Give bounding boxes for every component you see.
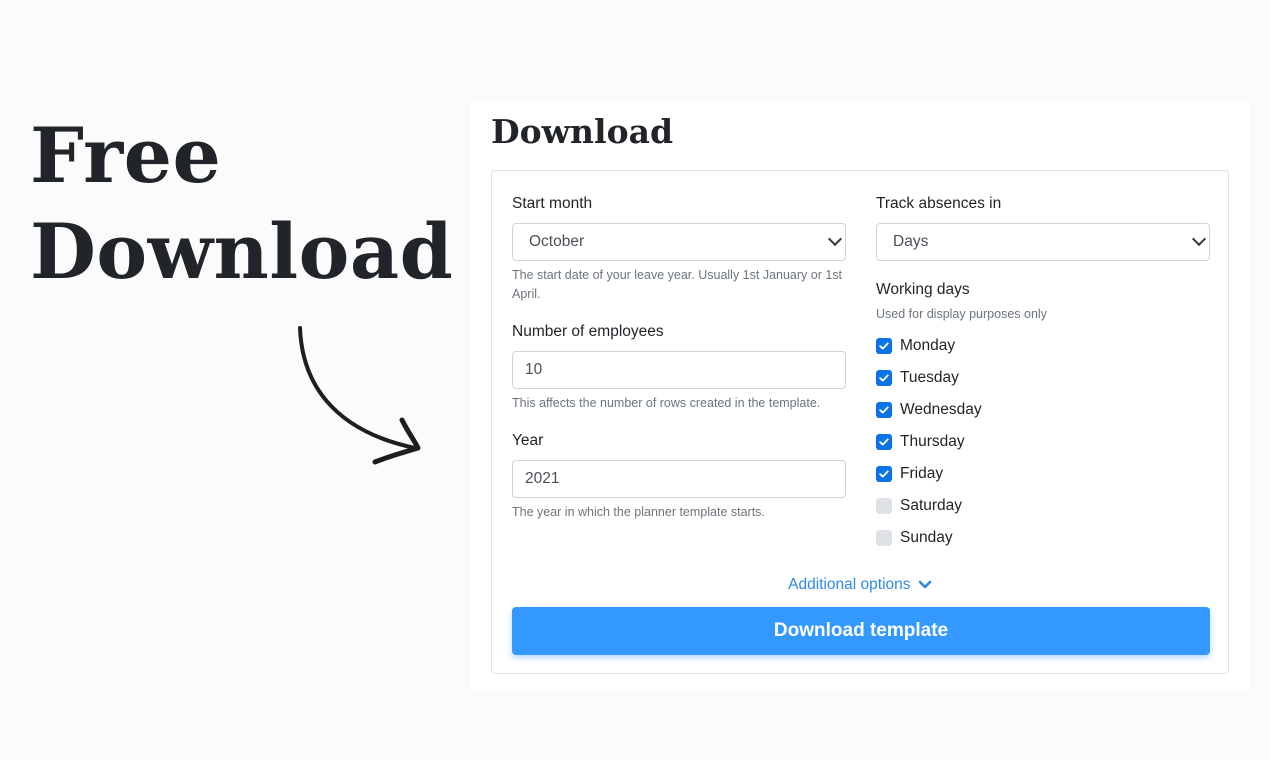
hero-title: Free Download [30,108,453,300]
chevron-down-icon [918,580,932,589]
hand-drawn-arrow-icon [298,326,421,465]
chevron-down-icon [1191,231,1207,247]
employees-input[interactable]: 10 [512,351,846,389]
year-input[interactable]: 2021 [512,460,846,498]
working-day-wednesday[interactable]: Wednesday [876,400,982,420]
chevron-down-icon [827,231,843,247]
check-icon [879,406,889,414]
year-help: The year in which the planner template s… [512,505,765,519]
working-day-label: Friday [900,465,944,482]
track-absences-value: Days [893,233,929,250]
working-day-checkbox[interactable] [876,498,892,514]
start-month-help: The start date of your leave year. Usual… [512,268,843,301]
working-day-sunday[interactable]: Sunday [876,528,953,548]
track-absences-select[interactable]: Days [876,223,1210,261]
track-absences-label: Track absences in [876,195,1002,212]
employees-value: 10 [525,361,543,378]
check-icon [879,470,889,478]
additional-options-link[interactable]: Additional options [492,575,1228,595]
working-day-checkbox[interactable] [876,338,892,354]
download-panel: Download Start month October The start d… [470,102,1250,690]
working-day-checkbox[interactable] [876,434,892,450]
working-day-label: Saturday [900,497,963,514]
additional-options-label: Additional options [788,576,911,593]
hero-title-line-1: Free [30,111,222,200]
working-day-label: Wednesday [900,401,982,418]
download-form-card: Start month October The start date of yo… [491,170,1229,674]
working-day-label: Thursday [900,433,965,450]
working-day-saturday[interactable]: Saturday [876,496,962,516]
working-day-label: Tuesday [900,369,959,386]
hero-title-line-2: Download [30,207,454,296]
start-month-label: Start month [512,195,593,212]
working-day-checkbox[interactable] [876,402,892,418]
working-day-checkbox[interactable] [876,370,892,386]
working-days-label: Working days [876,281,970,298]
working-day-thursday[interactable]: Thursday [876,432,965,452]
working-days-help: Used for display purposes only [876,307,1047,321]
working-day-friday[interactable]: Friday [876,464,943,484]
employees-help: This affects the number of rows created … [512,396,821,410]
check-icon [879,342,889,350]
employees-label: Number of employees [512,323,664,340]
year-label: Year [512,432,544,449]
start-month-select[interactable]: October [512,223,846,261]
working-day-tuesday[interactable]: Tuesday [876,368,959,388]
working-day-label: Monday [900,337,956,354]
year-value: 2021 [525,470,560,487]
working-day-label: Sunday [900,529,953,546]
working-day-checkbox[interactable] [876,466,892,482]
check-icon [879,374,889,382]
download-template-button[interactable]: Download template [512,607,1210,655]
working-day-checkbox[interactable] [876,530,892,546]
panel-title: Download [491,112,674,151]
check-icon [879,438,889,446]
start-month-value: October [529,233,585,250]
working-day-monday[interactable]: Monday [876,336,955,356]
